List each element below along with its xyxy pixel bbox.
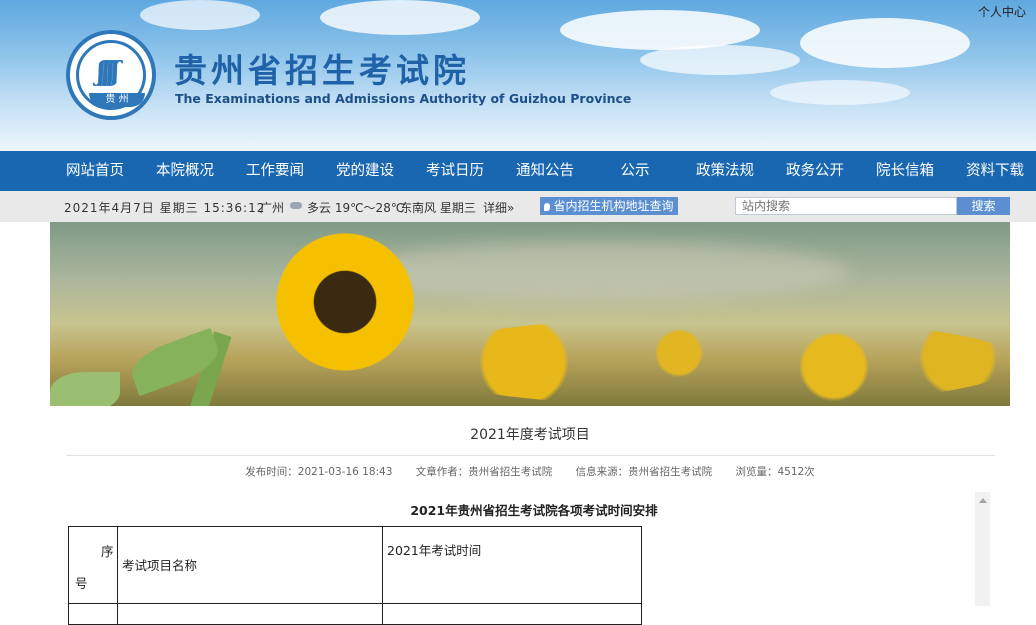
site-name-en: The Examinations and Admissions Authorit… (175, 91, 632, 106)
site-name-cn: 贵州省招生考试院 (174, 51, 470, 90)
content-title: 2021年贵州省招生考试院各项考试时间安排 (410, 503, 658, 518)
view-count: 浏览量：4512次 (735, 466, 815, 478)
header-seq-cell: 序 号 (68, 526, 118, 604)
user-center-link[interactable]: 个人中心 (978, 3, 1026, 20)
table-row (68, 603, 642, 625)
nav-item-calendar[interactable]: 考试日历 (410, 151, 500, 191)
weather-detail-link[interactable]: 详细» (483, 199, 514, 216)
sunflower-leaf (50, 372, 120, 406)
banner-flowers (400, 317, 1010, 406)
nav-item-government[interactable]: 政务公开 (770, 151, 860, 191)
publish-time: 发布时间：2021-03-16 18:43 (245, 466, 393, 478)
logo-band: 贵 州 (89, 93, 145, 107)
site-search-input[interactable] (735, 197, 957, 215)
site-header: 个人中心 ʃʃʃʃ 贵 州 贵州省招生考试院 The Examinations … (0, 0, 1036, 151)
current-date: 2021年4月7日 星期三 15:36:12 (64, 201, 266, 215)
site-logo[interactable]: ʃʃʃʃ 贵 州 (66, 30, 156, 120)
header-seq-line2: 号 (75, 576, 88, 591)
header-seq-line1: 序 (101, 544, 114, 559)
address-query-label: 省内招生机构地址查询 (553, 199, 674, 213)
banner-background (350, 242, 850, 302)
header-name-cell: 考试项目名称 (117, 526, 383, 604)
article-author: 文章作者：贵州省招生考试院 (415, 466, 553, 478)
nav-item-notices[interactable]: 通知公告 (500, 151, 590, 191)
search-button[interactable]: 搜索 (957, 197, 1010, 215)
weather-text: 多云 19℃～28℃ (307, 201, 405, 215)
nav-item-mailbox[interactable]: 院长信箱 (860, 151, 950, 191)
nav-item-home[interactable]: 网站首页 (50, 151, 140, 191)
article-source: 信息来源：贵州省招生考试院 (575, 466, 713, 478)
logo-mark-icon: ʃʃʃʃ (97, 57, 120, 87)
header-time: 2021年考试时间 (387, 543, 482, 558)
table-cell (382, 603, 642, 625)
nav-item-publicity[interactable]: 公示 (590, 151, 680, 191)
nav-item-about[interactable]: 本院概况 (140, 151, 230, 191)
cloud-decoration (800, 18, 970, 68)
location-pin-icon (544, 203, 551, 211)
cloud-decoration (560, 10, 760, 50)
weather-wind: 东南风 星期三 (400, 201, 476, 215)
cloud-decoration (140, 0, 260, 30)
exam-schedule-table: 序 号 考试项目名称 2021年考试时间 (68, 526, 642, 625)
nav-item-downloads[interactable]: 资料下载 (950, 151, 1036, 191)
table-cell (117, 603, 383, 625)
weather-city: 广州 (260, 201, 285, 215)
main-nav: 网站首页 本院概况 工作要闻 党的建设 考试日历 通知公告 公示 政策法规 政务… (0, 151, 1036, 191)
scroll-up-icon[interactable] (979, 498, 987, 503)
header-name: 考试项目名称 (122, 558, 198, 573)
table-cell (68, 603, 118, 625)
table-header-row: 序 号 考试项目名称 2021年考试时间 (68, 526, 642, 604)
sunflower-icon (270, 222, 420, 382)
sunflower-banner (50, 222, 1010, 406)
title-divider (66, 455, 995, 456)
article-meta: 发布时间：2021-03-16 18:43 文章作者：贵州省招生考试院 信息来源… (0, 464, 1036, 479)
logo-inner-ring: ʃʃʃʃ 贵 州 (76, 40, 146, 110)
content-scrollbar[interactable] (975, 492, 990, 606)
cloud-decoration (770, 80, 910, 105)
cloud-decoration (640, 45, 800, 75)
cloud-icon (290, 202, 302, 209)
address-query-button[interactable]: 省内招生机构地址查询 (540, 197, 678, 215)
article-title: 2021年度考试项目 (470, 427, 590, 443)
cloud-decoration (320, 0, 480, 35)
nav-item-news[interactable]: 工作要闻 (230, 151, 320, 191)
nav-item-policy[interactable]: 政策法规 (680, 151, 770, 191)
header-time-cell: 2021年考试时间 (382, 526, 642, 604)
nav-item-party[interactable]: 党的建设 (320, 151, 410, 191)
